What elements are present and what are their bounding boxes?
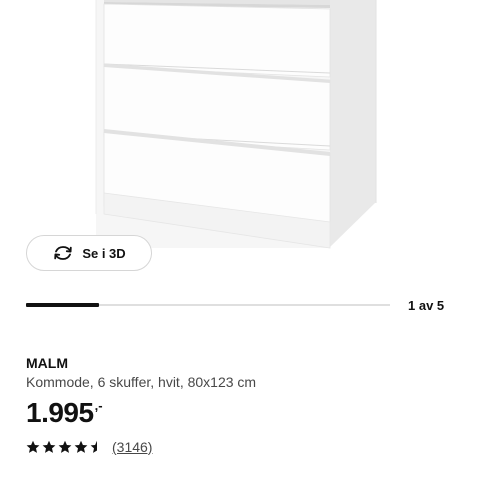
rotate-3d-icon (52, 245, 74, 261)
product-image (95, 0, 377, 249)
price-amount: 1.995 (26, 397, 94, 428)
star-icon (90, 440, 104, 453)
product-price: 1.995 ,- (26, 396, 103, 430)
price-suffix: ,- (94, 398, 103, 413)
star-icon (42, 440, 56, 453)
carousel-progress-fill (26, 303, 99, 307)
view-in-3d-button[interactable]: Se i 3D (26, 235, 152, 271)
product-name: MALM (26, 355, 68, 371)
rating-stars (26, 440, 104, 454)
review-count-link[interactable]: (3146) (112, 439, 152, 455)
star-icon (26, 440, 40, 453)
carousel-progress-bar (26, 303, 390, 307)
carousel-counter: 1 av 5 (408, 298, 445, 313)
product-rating[interactable]: (3146) (26, 439, 152, 455)
view-in-3d-label: Se i 3D (82, 245, 126, 261)
product-description: Kommode, 6 skuffer, hvit, 80x123 cm (26, 374, 257, 390)
star-icon (58, 440, 72, 453)
star-icon (74, 440, 88, 453)
